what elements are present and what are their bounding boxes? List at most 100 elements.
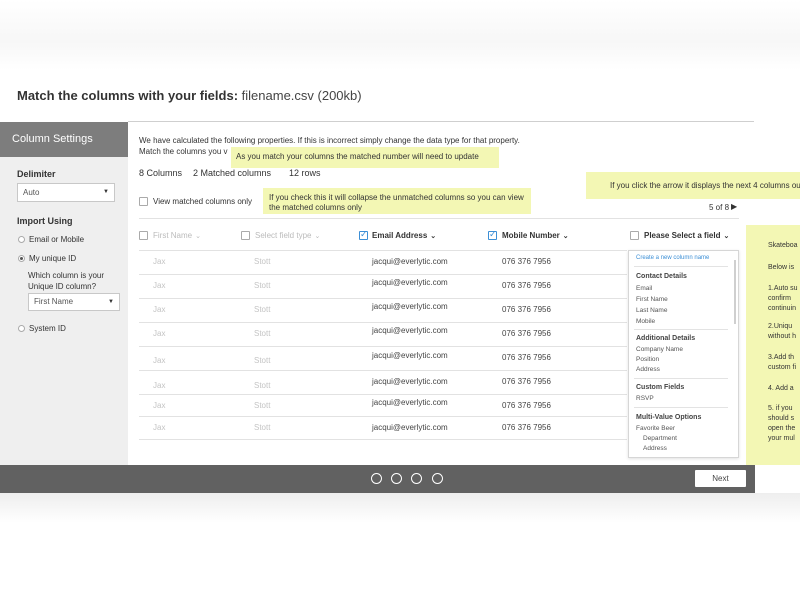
chevron-down-icon: ▼ (108, 299, 114, 305)
cell-email: jacqui@everlytic.com (372, 326, 448, 335)
dropdown-item-multi-address[interactable]: Address (643, 445, 667, 452)
col2-checkbox[interactable] (241, 231, 250, 240)
note-line: Skateboa (768, 242, 798, 249)
dropdown-group-custom-fields: Custom Fields (636, 384, 685, 391)
view-matched-checkbox[interactable] (139, 197, 148, 206)
cell-mobile: 076 376 7956 (502, 353, 551, 362)
cell-first-name: Jax (153, 305, 166, 314)
chevron-down-icon: ⌄ (314, 233, 321, 240)
top-background (0, 0, 800, 70)
note-line: should s (768, 415, 795, 422)
col1-checkbox[interactable] (139, 231, 148, 240)
columns-count: 8 Columns (139, 168, 183, 178)
row-divider (139, 439, 627, 440)
dropdown-item-rsvp[interactable]: RSVP (636, 395, 654, 402)
next-button[interactable]: Next (695, 470, 746, 487)
cell-email: jacqui@everlytic.com (372, 398, 448, 407)
next-columns-arrow-icon[interactable]: ▶ (731, 202, 737, 211)
note-line: 4. Add a (768, 385, 794, 392)
col4-header-label: Mobile Number (502, 231, 560, 240)
cell-first-name: Jax (153, 356, 166, 365)
dropdown-item-last-name[interactable]: Last Name (636, 307, 667, 314)
intro-text-line2: Match the columns you v (139, 147, 228, 156)
dropdown-item-email[interactable]: Email (636, 285, 652, 292)
col4-checkbox[interactable] (488, 229, 497, 240)
sidebar-header: Column Settings (0, 122, 128, 157)
col3-checkbox[interactable] (359, 229, 368, 240)
table-row: Jax Stott jacqui@everlytic.com 076 376 7… (139, 417, 627, 439)
col5-checkbox[interactable] (630, 231, 639, 240)
table-row: Jax Stott jacqui@everlytic.com 076 376 7… (139, 347, 627, 371)
cell-email: jacqui@everlytic.com (372, 278, 448, 287)
dropdown-item-first-name[interactable]: First Name (636, 296, 668, 303)
col2-header-label: Select field type (255, 231, 312, 240)
radio-label-system-id: System ID (29, 324, 66, 333)
dropdown-scrollbar[interactable] (734, 260, 736, 324)
dropdown-item-mobile[interactable]: Mobile (636, 318, 655, 325)
step-indicator-2[interactable] (391, 473, 402, 484)
rows-count: 12 rows (289, 168, 321, 178)
radio-my-unique-id[interactable] (18, 255, 25, 262)
step-indicator-4[interactable] (432, 473, 443, 484)
tip-collapse: If you check this it will collapse the u… (263, 188, 531, 214)
dropdown-item-company-name[interactable]: Company Name (636, 346, 683, 353)
bottom-background (0, 493, 800, 600)
cell-last-name: Stott (254, 305, 271, 314)
cell-email: jacqui@everlytic.com (372, 257, 448, 266)
cell-first-name: Jax (153, 329, 166, 338)
header-top-divider (139, 218, 739, 219)
step-indicator-3[interactable] (411, 473, 422, 484)
unique-id-select[interactable]: First Name ▼ (28, 293, 120, 311)
cell-first-name: Jax (153, 401, 166, 410)
import-using-label: Import Using (17, 216, 73, 226)
radio-label-my-unique-id: My unique ID (29, 254, 77, 263)
create-column-link[interactable]: Create a new column name (636, 255, 709, 261)
cell-last-name: Stott (254, 381, 271, 390)
tip-matched-number: As you match your columns the matched nu… (231, 147, 499, 168)
cell-first-name: Jax (153, 423, 166, 432)
cell-mobile: 076 376 7956 (502, 401, 551, 410)
radio-email-or-mobile[interactable] (18, 236, 25, 243)
note-line: your mul (768, 435, 795, 442)
dropdown-item-address[interactable]: Address (636, 366, 660, 373)
radio-system-id[interactable] (18, 325, 25, 332)
cell-first-name: Jax (153, 381, 166, 390)
step-indicator-1[interactable] (371, 473, 382, 484)
dropdown-divider (634, 378, 728, 379)
cell-mobile: 076 376 7956 (502, 377, 551, 386)
cell-mobile: 076 376 7956 (502, 305, 551, 314)
dropdown-group-additional-details: Additional Details (636, 335, 696, 342)
dropdown-divider (634, 407, 728, 408)
dropdown-divider (634, 266, 728, 267)
cell-last-name: Stott (254, 281, 271, 290)
col3-header[interactable]: Email Address ⌄ (372, 231, 436, 240)
dropdown-item-position[interactable]: Position (636, 356, 659, 363)
note-line: custom fi (768, 364, 797, 371)
cell-email: jacqui@everlytic.com (372, 351, 448, 360)
file-name: filename.csv (200kb) (241, 88, 362, 103)
page-title-text: Match the columns with your fields: (17, 88, 239, 103)
dropdown-divider (634, 329, 728, 330)
unique-id-question-line1: Which column is your (28, 271, 105, 280)
col5-header-label: Please Select a field (644, 231, 721, 240)
unique-id-question-line2: Unique ID column? (28, 282, 97, 291)
note-line: 3.Add th (768, 354, 795, 361)
table-row: Jax Stott jacqui@everlytic.com 076 376 7… (139, 395, 627, 417)
note-line: 2.Uniqu (768, 323, 793, 330)
col4-header[interactable]: Mobile Number ⌄ (502, 231, 569, 240)
delimiter-select[interactable]: Auto ▼ (17, 183, 115, 202)
dropdown-group-multi-value: Multi-Value Options (636, 414, 702, 421)
dropdown-item-favorite-beer[interactable]: Favorite Beer (636, 425, 675, 432)
col3-header-label: Email Address (372, 231, 428, 240)
col1-header[interactable]: First Name ⌄ (153, 231, 201, 240)
col5-header[interactable]: Please Select a field ⌄ (644, 231, 729, 240)
cell-last-name: Stott (254, 423, 271, 432)
chevron-down-icon: ⌄ (195, 233, 201, 240)
cell-last-name: Stott (254, 329, 271, 338)
dropdown-item-department[interactable]: Department (643, 435, 677, 442)
col2-header[interactable]: Select field type ⌄ (255, 231, 320, 240)
cell-email: jacqui@everlytic.com (372, 423, 448, 432)
cell-mobile: 076 376 7956 (502, 257, 551, 266)
note-line: without h (768, 333, 797, 340)
unique-id-value: First Name (34, 297, 74, 306)
